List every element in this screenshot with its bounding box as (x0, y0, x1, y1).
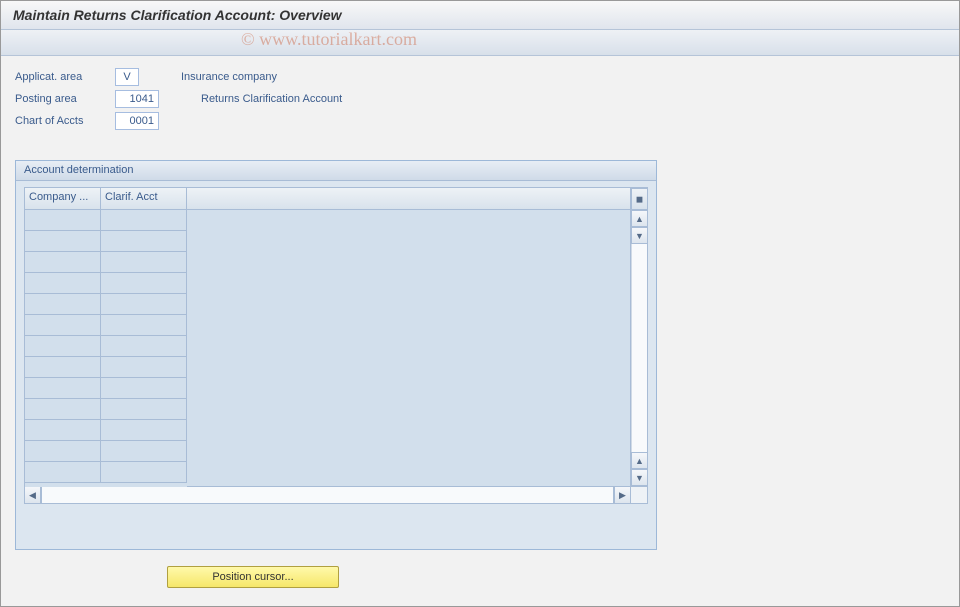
cell-company[interactable] (25, 210, 101, 231)
table-row[interactable] (25, 315, 187, 336)
table-row[interactable] (25, 378, 187, 399)
panel-title: Account determination (16, 161, 656, 181)
account-determination-panel: Account determination Company ... Clarif… (15, 160, 657, 550)
cell-clarif-acct[interactable] (101, 252, 187, 273)
label-posting-area: Posting area (15, 93, 115, 105)
row-chart-of-accts: Chart of Accts (15, 110, 945, 132)
scroll-track[interactable] (631, 244, 647, 452)
table-row[interactable] (25, 273, 187, 294)
position-cursor-button[interactable]: Position cursor... (167, 566, 339, 588)
cell-company[interactable] (25, 336, 101, 357)
cell-clarif-acct[interactable] (101, 357, 187, 378)
hscroll-left-button[interactable]: ◀ (24, 487, 41, 504)
page-title-text: Maintain Returns Clarification Account: … (13, 7, 342, 23)
page-title: Maintain Returns Clarification Account: … (1, 1, 959, 30)
scroll-up2-button[interactable]: ▲ (631, 452, 647, 469)
input-chart-of-accts[interactable] (115, 112, 159, 130)
table-row[interactable] (25, 231, 187, 252)
header-spacer (187, 188, 630, 210)
scroll-down-button[interactable]: ▼ (631, 227, 647, 244)
row-posting-area: Posting area Returns Clarification Accou… (15, 88, 945, 110)
desc-posting-area: Returns Clarification Account (201, 93, 342, 105)
content-area: Applicat. area Insurance company Posting… (1, 56, 959, 598)
table-row[interactable] (25, 252, 187, 273)
cell-company[interactable] (25, 420, 101, 441)
table-row[interactable] (25, 399, 187, 420)
scroll-col-button[interactable]: ◼ (631, 188, 647, 210)
cell-company[interactable] (25, 294, 101, 315)
table-row[interactable] (25, 462, 187, 483)
table-row[interactable] (25, 336, 187, 357)
table-row[interactable] (25, 210, 187, 231)
cell-company[interactable] (25, 441, 101, 462)
cell-clarif-acct[interactable] (101, 336, 187, 357)
input-applicat-area[interactable] (115, 68, 139, 86)
cell-clarif-acct[interactable] (101, 210, 187, 231)
cell-clarif-acct[interactable] (101, 441, 187, 462)
label-applicat-area: Applicat. area (15, 71, 115, 83)
cell-clarif-acct[interactable] (101, 462, 187, 483)
hscroll-track[interactable] (41, 487, 614, 504)
scroll-down2-button[interactable]: ▼ (631, 469, 647, 486)
cell-clarif-acct[interactable] (101, 399, 187, 420)
cell-clarif-acct[interactable] (101, 420, 187, 441)
desc-applicat-area: Insurance company (181, 71, 277, 83)
cell-company[interactable] (25, 399, 101, 420)
account-table: Company ... Clarif. Acct ◼ ▲ ▼ ▲ ▼ (24, 187, 648, 487)
cell-company[interactable] (25, 252, 101, 273)
column-header-clarif-acct[interactable]: Clarif. Acct (101, 188, 187, 210)
cell-company[interactable] (25, 378, 101, 399)
input-posting-area[interactable] (115, 90, 159, 108)
row-applicat-area: Applicat. area Insurance company (15, 66, 945, 88)
scroll-up-button[interactable]: ▲ (631, 210, 647, 227)
cell-company[interactable] (25, 315, 101, 336)
cell-clarif-acct[interactable] (101, 231, 187, 252)
table-body (25, 210, 187, 483)
scroll-corner (631, 487, 648, 504)
cell-clarif-acct[interactable] (101, 294, 187, 315)
cell-clarif-acct[interactable] (101, 315, 187, 336)
table-header-row: Company ... Clarif. Acct (25, 188, 187, 210)
horizontal-scrollbar[interactable]: ◀ ▶ (24, 487, 648, 504)
toolbar (1, 30, 959, 56)
cell-company[interactable] (25, 273, 101, 294)
column-header-company[interactable]: Company ... (25, 188, 101, 210)
hscroll-right-button[interactable]: ▶ (614, 487, 631, 504)
table-columns: Company ... Clarif. Acct (25, 188, 187, 487)
table-row[interactable] (25, 357, 187, 378)
cell-clarif-acct[interactable] (101, 378, 187, 399)
vertical-scrollbar[interactable]: ◼ ▲ ▼ ▲ ▼ (631, 188, 648, 487)
cell-company[interactable] (25, 357, 101, 378)
table-row[interactable] (25, 441, 187, 462)
table-row[interactable] (25, 420, 187, 441)
table-row[interactable] (25, 294, 187, 315)
cell-company[interactable] (25, 231, 101, 252)
cell-company[interactable] (25, 462, 101, 483)
table-empty-area (187, 188, 631, 487)
label-chart-of-accts: Chart of Accts (15, 115, 115, 127)
cell-clarif-acct[interactable] (101, 273, 187, 294)
